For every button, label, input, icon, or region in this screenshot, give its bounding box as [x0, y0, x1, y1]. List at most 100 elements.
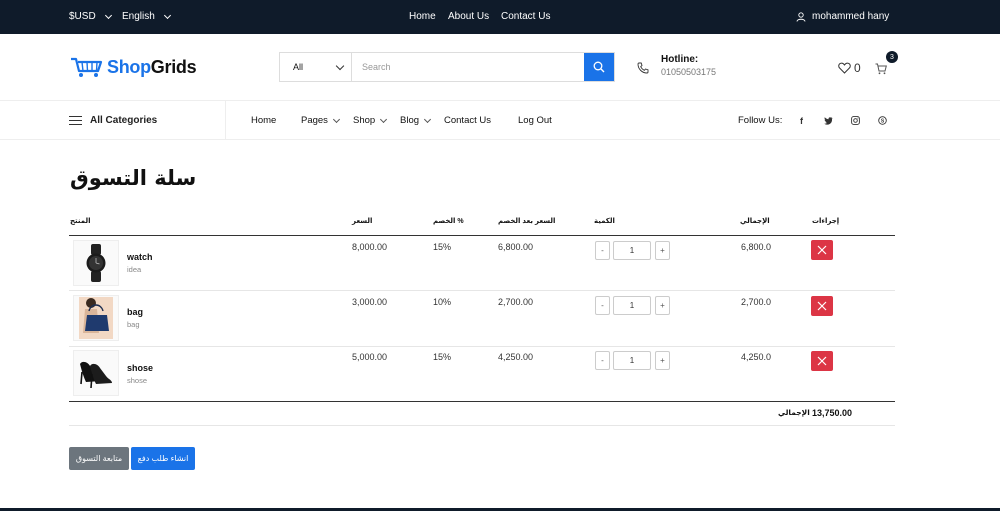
chevron-down-icon	[163, 11, 171, 19]
chevron-down-icon	[104, 11, 112, 19]
table-header-divider	[69, 235, 895, 236]
product-category: shose	[127, 376, 148, 385]
language-select[interactable]: English	[122, 11, 171, 22]
phone-icon	[637, 62, 649, 74]
all-categories-button[interactable]: All Categories	[69, 101, 226, 140]
search-bar: All	[279, 52, 615, 82]
row-divider	[69, 290, 895, 291]
product-name[interactable]: bag	[127, 307, 143, 317]
qty-increase-button[interactable]: +	[655, 351, 670, 370]
hotline: Hotline: 01050503175	[637, 54, 716, 77]
product-discount: 15%	[433, 352, 452, 362]
qty-decrease-button[interactable]: -	[595, 296, 610, 315]
total-divider	[69, 425, 895, 426]
qty-input[interactable]: 1	[613, 241, 651, 260]
nav-link-contact[interactable]: Contact Us	[444, 115, 491, 126]
header-price: السعر	[352, 218, 373, 225]
product-price-after: 4,250.00	[498, 352, 534, 362]
chevron-down-icon	[380, 115, 388, 123]
cart-logo-icon	[71, 57, 103, 77]
product-name[interactable]: shose	[127, 363, 153, 373]
qty-decrease-button[interactable]: -	[595, 351, 610, 370]
remove-item-button[interactable]	[811, 296, 833, 316]
product-price-after: 6,800.00	[498, 242, 534, 252]
product-price: 5,000.00	[352, 352, 388, 362]
top-bar: $USD English Home About Us Contact Us mo…	[0, 0, 1000, 34]
grand-total-value: 13,750.00	[812, 408, 853, 418]
table-footer-divider	[69, 401, 895, 402]
nav-link-logout[interactable]: Log Out	[518, 115, 552, 126]
logo-text-part1: Shop	[107, 56, 151, 77]
wishlist-button[interactable]: 0	[838, 61, 861, 75]
close-icon	[817, 356, 827, 366]
product-price-after: 2,700.00	[498, 297, 534, 307]
product-category: bag	[127, 320, 140, 329]
qty-decrease-button[interactable]: -	[595, 241, 610, 260]
top-link-about[interactable]: About Us	[448, 11, 489, 22]
product-image[interactable]	[73, 295, 119, 341]
hotline-label: Hotline:	[661, 54, 699, 65]
logo-text-part2: Grids	[150, 56, 197, 77]
logo-text: ShopGrids	[107, 56, 197, 78]
nav-link-shop[interactable]: Shop	[353, 115, 388, 126]
user-name: mohammed hany	[812, 11, 890, 22]
chevron-down-icon	[332, 115, 340, 123]
header-quantity: الكمية	[594, 218, 615, 225]
create-payment-button[interactable]: انشاء طلب دفع	[131, 447, 195, 470]
search-icon	[593, 61, 605, 73]
product-total: 4,250.0	[741, 352, 772, 362]
logo[interactable]: ShopGrids	[70, 56, 197, 78]
product-discount: 15%	[433, 242, 452, 252]
qty-input[interactable]: 1	[613, 351, 651, 370]
top-link-contact[interactable]: Contact Us	[501, 11, 550, 22]
product-total: 2,700.0	[741, 297, 772, 307]
menu-icon	[69, 116, 82, 125]
product-name[interactable]: watch	[127, 252, 153, 262]
watch-image	[86, 244, 106, 282]
wishlist-count: 0	[854, 61, 861, 75]
product-total: 6,800.0	[741, 242, 772, 252]
product-image[interactable]	[73, 240, 119, 286]
currency-select[interactable]: $USD	[69, 11, 112, 22]
follow-label: Follow Us:	[738, 115, 783, 126]
header-product: المنتج	[70, 218, 91, 225]
nav-link-label: Home	[251, 115, 277, 126]
qty-input[interactable]: 1	[613, 296, 651, 315]
instagram-icon[interactable]	[846, 111, 865, 130]
hotline-number: 01050503175	[661, 67, 717, 77]
nav-link-home[interactable]: Home	[251, 115, 276, 126]
header-actions: إجراءات	[812, 218, 840, 225]
main-header: ShopGrids All Hotline: 01050503175 0 3	[0, 34, 1000, 101]
nav-link-label: Pages	[301, 115, 328, 126]
header-price-after: السعر بعد الخصم	[498, 218, 556, 225]
twitter-icon[interactable]	[819, 111, 838, 130]
remove-item-button[interactable]	[811, 351, 833, 371]
language-label: English	[122, 11, 155, 22]
remove-item-button[interactable]	[811, 240, 833, 260]
row-divider	[69, 346, 895, 347]
qty-increase-button[interactable]: +	[655, 296, 670, 315]
currency-label: $USD	[69, 11, 96, 22]
continue-shopping-button[interactable]: متابعة التسوق	[69, 447, 129, 470]
user-account[interactable]: mohammed hany	[796, 11, 889, 22]
search-button[interactable]	[584, 53, 614, 81]
nav-link-label: Contact Us	[444, 115, 491, 126]
qty-increase-button[interactable]: +	[655, 241, 670, 260]
search-category-select[interactable]: All	[280, 53, 352, 81]
chevron-down-icon	[423, 115, 432, 123]
nav-link-label: Blog	[400, 115, 420, 126]
cart-icon	[875, 63, 887, 75]
product-category: idea	[127, 265, 142, 274]
skype-icon[interactable]: S	[873, 111, 892, 130]
user-icon	[796, 11, 806, 22]
nav-bar: All Categories Home Pages Shop Blog Cont…	[0, 101, 1000, 140]
facebook-icon[interactable]: f	[792, 111, 811, 130]
nav-link-blog[interactable]: Blog	[400, 115, 432, 126]
product-image[interactable]	[73, 350, 119, 396]
nav-link-pages[interactable]: Pages	[301, 115, 340, 126]
cart-button[interactable]: 3	[875, 51, 898, 80]
grand-total-label: الإجمالي	[778, 408, 810, 417]
search-category-value: All	[293, 62, 304, 72]
search-input[interactable]	[352, 53, 584, 81]
top-link-home[interactable]: Home	[409, 11, 436, 22]
